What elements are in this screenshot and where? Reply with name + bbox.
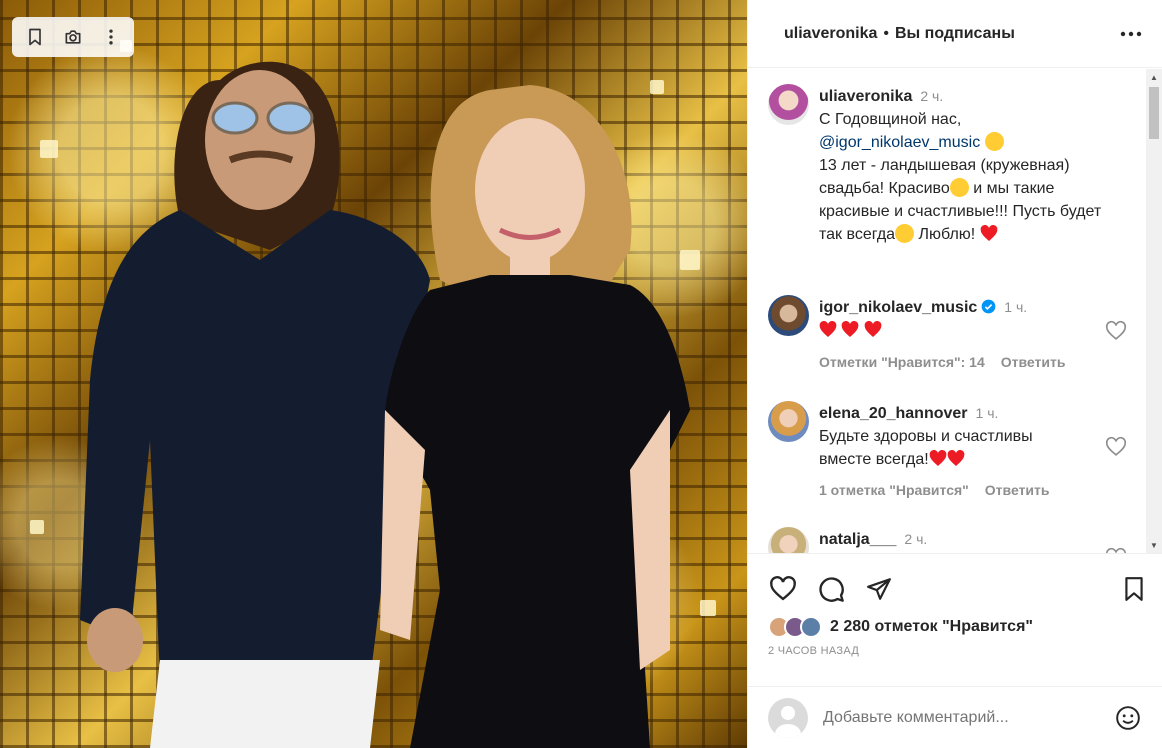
comment-input[interactable] xyxy=(823,709,1083,727)
header-username[interactable]: uliaveronika xyxy=(784,25,877,43)
avatar[interactable] xyxy=(768,401,809,442)
post-side-panel: uliaveronika • Вы подписаны uliaveronika… xyxy=(747,0,1162,748)
liker-avatar xyxy=(800,616,822,638)
photo-toolbar xyxy=(12,17,134,57)
caption-fragment: свадьба! Красиво xyxy=(819,180,950,197)
caption-line: 13 лет - ландышевая (кружевная) xyxy=(819,157,1070,174)
comment-username[interactable]: igor_nikolaev_music xyxy=(819,299,977,316)
caption-fragment: и мы такие xyxy=(968,180,1055,197)
current-user-avatar xyxy=(768,698,808,738)
caption: uliaveronika 2 ч. С Годовщиной нас, @igor… xyxy=(819,85,1119,246)
comment-text: Будьте здоровы и счастливы xyxy=(819,428,1033,445)
red-heart-emoji-icon xyxy=(929,450,947,466)
comment: elena_20_hannover 1 ч. Будьте здоровы и с… xyxy=(819,402,1119,471)
like-comment-heart-icon[interactable] xyxy=(1105,436,1127,458)
emoji-picker-icon[interactable] xyxy=(1113,703,1143,733)
caption-line: свадьба! Красиво и мы такие xyxy=(819,177,1119,200)
comment: natalja___ 2 ч. xyxy=(819,528,1119,551)
caption-line: так всегда Люблю! xyxy=(819,223,1119,246)
kiss-emoji-icon xyxy=(984,132,1004,151)
action-buttons xyxy=(768,574,894,604)
like-comment-heart-icon[interactable] xyxy=(1105,320,1127,342)
avatar[interactable] xyxy=(768,527,809,553)
follow-status[interactable]: Вы подписаны xyxy=(895,25,1015,43)
avatar[interactable] xyxy=(768,84,809,125)
red-heart-emoji-icon xyxy=(947,450,965,466)
caption-username[interactable]: uliaveronika xyxy=(819,88,912,105)
scroll-down-arrow-icon[interactable]: ▼ xyxy=(1146,537,1162,553)
comment-time[interactable]: 1 ч. xyxy=(976,405,999,421)
share-icon[interactable] xyxy=(864,574,894,604)
comment-time[interactable]: 2 ч. xyxy=(904,531,927,547)
mention-link[interactable]: @igor_nikolaev_music xyxy=(819,134,980,151)
comment-text: вместе всегда! xyxy=(819,448,1119,471)
likes-summary[interactable]: 2 280 отметок "Нравится" xyxy=(768,616,1033,638)
post-timestamp: 2 ЧАСОВ НАЗАД xyxy=(768,645,860,657)
avatar[interactable] xyxy=(768,295,809,336)
heart-icon[interactable] xyxy=(768,574,798,604)
caption-line: С Годовщиной нас, xyxy=(819,111,962,128)
comment-username[interactable]: natalja___ xyxy=(819,531,896,548)
sequin-highlight xyxy=(40,140,58,158)
heart-eyes-emoji-icon xyxy=(949,178,969,197)
sequin-highlight xyxy=(700,600,716,616)
caption-line: @igor_nikolaev_music xyxy=(819,131,1119,154)
comment-username[interactable]: elena_20_hannover xyxy=(819,405,968,422)
red-heart-emoji-icon xyxy=(842,321,859,337)
comment-likes[interactable]: Отметки "Нравится": 14 xyxy=(819,354,985,370)
comments-list[interactable]: uliaveronika 2 ч. С Годовщиной нас, @igor… xyxy=(748,69,1147,553)
comment: igor_nikolaev_music 1 ч. xyxy=(819,296,1119,342)
bookmark-icon[interactable] xyxy=(20,22,50,52)
post-header: uliaveronika • Вы подписаны xyxy=(748,0,1162,68)
more-options-icon[interactable] xyxy=(1116,19,1146,49)
more-vertical-icon[interactable] xyxy=(96,22,126,52)
reply-button[interactable]: Ответить xyxy=(1001,354,1066,370)
comments-scrollbar[interactable]: ▲ ▼ xyxy=(1146,69,1162,553)
add-comment-bar xyxy=(748,686,1162,748)
verified-badge-icon xyxy=(981,299,996,314)
comment-time[interactable]: 1 ч. xyxy=(1004,299,1027,315)
caption-time[interactable]: 2 ч. xyxy=(920,88,943,104)
red-heart-emoji-icon xyxy=(864,321,882,337)
scroll-up-arrow-icon[interactable]: ▲ xyxy=(1146,69,1162,85)
woman-figure xyxy=(380,85,690,748)
comment-meta: 1 отметка "Нравится" Ответить xyxy=(819,482,1050,498)
comment-hearts xyxy=(819,319,1119,342)
scroll-thumb[interactable] xyxy=(1149,87,1159,139)
comment-fragment: вместе всегда! xyxy=(819,451,929,468)
camera-search-icon[interactable] xyxy=(58,22,88,52)
caption-line: красивые и счастливые!!! Пусть будет xyxy=(819,203,1102,220)
comment-likes[interactable]: 1 отметка "Нравится" xyxy=(819,482,969,498)
caption-fragment: так всегда xyxy=(819,226,896,243)
red-heart-emoji-icon xyxy=(980,225,997,241)
comment-icon[interactable] xyxy=(816,574,846,604)
red-heart-emoji-icon xyxy=(819,321,837,337)
post-actions: 2 280 отметок "Нравится" 2 ЧАСОВ НАЗАД xyxy=(748,553,1162,748)
comment-meta: Отметки "Нравится": 14 Ответить xyxy=(819,354,1065,370)
smile-emoji-icon xyxy=(895,224,915,243)
separator-dot: • xyxy=(883,24,889,42)
sequin-highlight xyxy=(30,520,44,534)
reply-button[interactable]: Ответить xyxy=(985,482,1050,498)
save-icon[interactable] xyxy=(1119,574,1149,604)
likes-count[interactable]: 2 280 отметок "Нравится" xyxy=(830,618,1033,636)
post-photo[interactable] xyxy=(0,0,747,748)
caption-fragment: Люблю! xyxy=(914,226,980,243)
